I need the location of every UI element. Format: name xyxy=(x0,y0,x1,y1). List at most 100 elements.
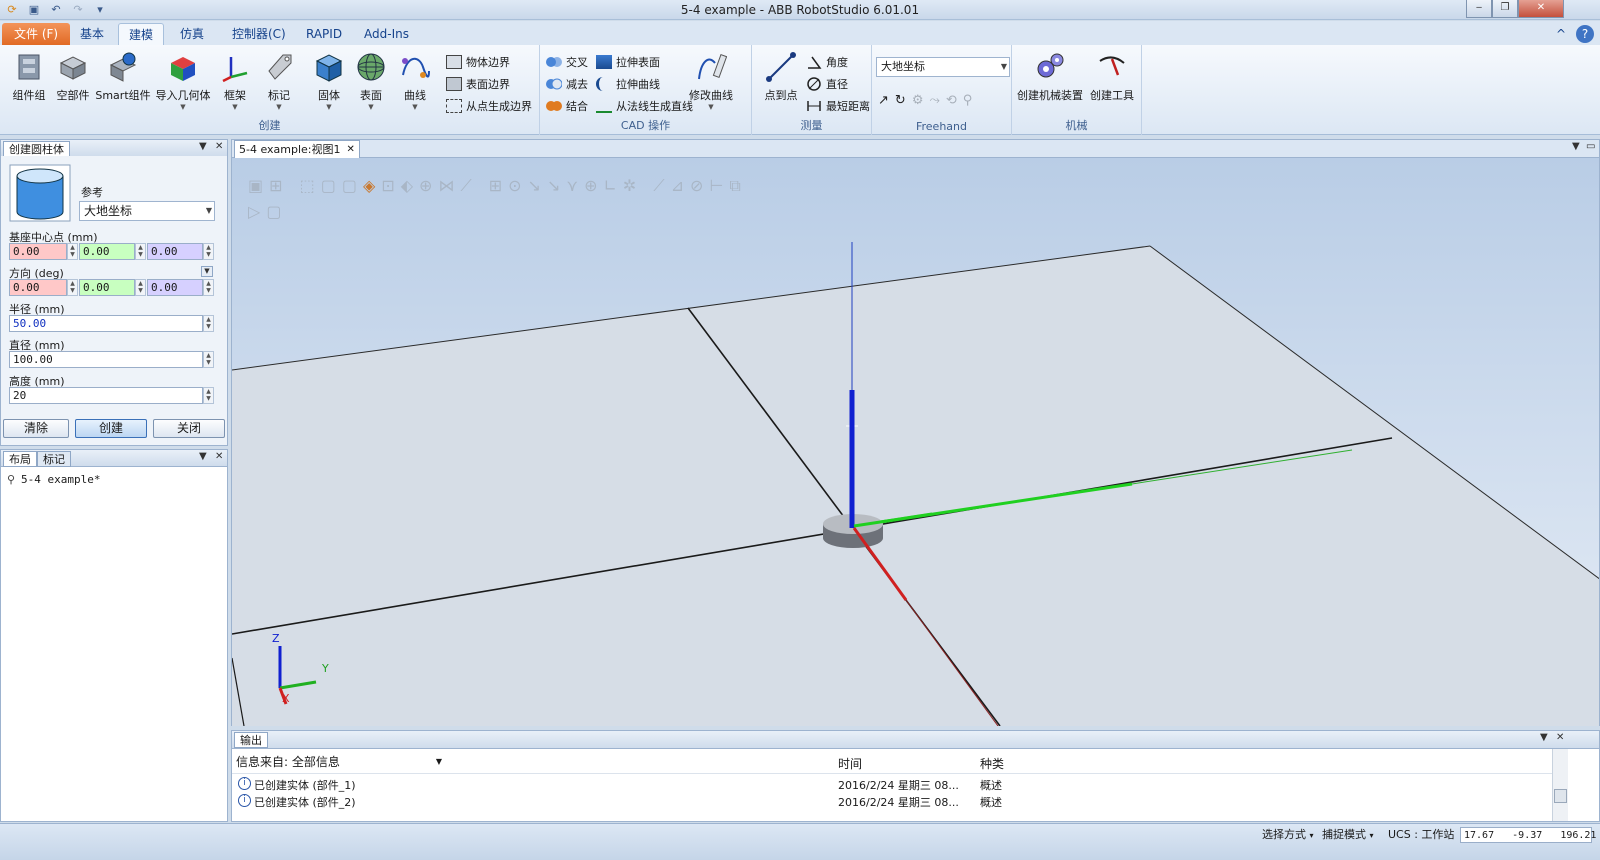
orientation-z-input[interactable]: 0.00 xyxy=(147,279,203,296)
base-center-y-spinner[interactable]: ▲ ▼ xyxy=(135,243,146,260)
intersect-button[interactable]: 交叉 xyxy=(546,52,588,71)
panel-menu-icon[interactable]: ▼ xyxy=(199,451,207,462)
create-button[interactable]: 创建 xyxy=(75,419,147,438)
measure-distance-icon[interactable]: ⟋ xyxy=(653,176,670,195)
body-boundary-button[interactable]: 物体边界 xyxy=(446,52,510,71)
subtract-button[interactable]: 减去 xyxy=(546,74,588,93)
measure-keep-icon[interactable]: ⧉ xyxy=(729,176,746,195)
orientation-x-spinner[interactable]: ▲ ▼ xyxy=(67,279,78,296)
snap-center-icon[interactable]: ⊙ xyxy=(508,176,527,195)
tab-simulation[interactable]: 仿真 xyxy=(170,23,214,45)
measure-min-icon[interactable]: ⊢ xyxy=(709,176,729,195)
rotate-icon[interactable]: ↻ xyxy=(895,93,912,108)
tab-file[interactable]: 文件 (F) xyxy=(2,23,71,45)
3d-viewport[interactable]: ▣⊞ ⬚▢▢◈⊡⬖⊕⋈⟋ ⊞⊙↘↘⋎⊕∟✲ ⟋⊿⊘⊢⧉ ▷▢ Z Y X xyxy=(232,158,1599,726)
help-icon[interactable]: ? xyxy=(1576,25,1594,43)
snap-middle-icon[interactable]: ↘ xyxy=(528,176,547,195)
radius-input[interactable]: 50.00 xyxy=(9,315,203,332)
ucs-indicator[interactable]: UCS : 工作站 xyxy=(1388,827,1454,843)
select-part-icon[interactable]: ◈ xyxy=(363,176,381,195)
clear-button[interactable]: 清除 xyxy=(3,419,69,438)
message-source-filter[interactable]: 信息来自: 全部信息 ▼ xyxy=(236,753,442,771)
height-input[interactable]: 20 xyxy=(9,387,203,404)
measure-diameter-icon[interactable]: ⊘ xyxy=(690,176,709,195)
smart-component-button[interactable]: Smart组件 xyxy=(94,51,152,103)
close-tab-icon[interactable]: ✕ xyxy=(347,142,355,158)
tab-basic[interactable]: 基本 xyxy=(70,23,114,45)
point-to-point-button[interactable]: 点到点 xyxy=(752,51,810,103)
import-geometry-button[interactable]: 导入几何体 ▼ xyxy=(154,51,212,111)
surface-boundary-button[interactable]: 表面边界 xyxy=(446,74,510,93)
jog-linear-icon[interactable]: ⤳ xyxy=(929,93,945,108)
panel-close-icon[interactable]: ✕ xyxy=(215,451,223,462)
tab-modeling[interactable]: 建模 xyxy=(118,23,165,45)
diameter-button[interactable]: 直径 xyxy=(806,74,848,93)
multi-robot-jog-icon[interactable]: ⚲ xyxy=(963,93,979,108)
panel-close-icon[interactable]: ✕ xyxy=(215,141,223,152)
tab-rapid[interactable]: RAPID xyxy=(296,23,352,45)
union-button[interactable]: 结合 xyxy=(546,96,588,115)
select-mechanism-icon[interactable]: ⬖ xyxy=(401,176,419,195)
restore-button[interactable]: ❐ xyxy=(1492,0,1518,18)
column-header-category[interactable]: 种类 xyxy=(980,755,1004,772)
snap-mode-dropdown[interactable]: 捕捉模式 ▾ xyxy=(1322,827,1374,843)
create-tool-button[interactable]: 创建工具 xyxy=(1086,51,1138,103)
snap-object-icon[interactable]: ⊞ xyxy=(489,176,508,195)
column-header-time[interactable]: 时间 xyxy=(838,755,862,772)
base-center-z-spinner[interactable]: ▲ ▼ xyxy=(203,243,214,260)
modify-curve-button[interactable]: 修改曲线 ▼ xyxy=(682,51,740,111)
tree-item-station[interactable]: ⚲ 5-4 example* xyxy=(7,473,100,486)
radius-spinner[interactable]: ▲ ▼ xyxy=(203,315,214,332)
select-component-icon[interactable]: ⊡ xyxy=(381,176,400,195)
snap-edge-icon[interactable]: ⋎ xyxy=(566,176,584,195)
snap-grid-icon[interactable]: ✲ xyxy=(623,176,642,195)
panel-menu-icon[interactable]: ▼ xyxy=(199,141,207,152)
extrude-curve-button[interactable]: 拉伸曲线 xyxy=(596,74,660,93)
tab-tags[interactable]: 标记 xyxy=(37,451,71,467)
boundary-from-points-button[interactable]: 从点生成边界 xyxy=(446,96,532,115)
jog-joint-icon[interactable]: ⚙ xyxy=(912,93,930,108)
base-center-x-input[interactable]: 0.00 xyxy=(9,243,67,260)
diameter-spinner[interactable]: ▲ ▼ xyxy=(203,351,214,368)
snap-gravity-icon[interactable]: ⊕ xyxy=(584,176,603,195)
panel-menu-icon[interactable]: ▼ xyxy=(1540,732,1548,743)
view-center-icon[interactable]: ⊞ xyxy=(269,176,288,195)
select-target-icon[interactable]: ⊕ xyxy=(419,176,438,195)
create-cylinder-tab[interactable]: 创建圆柱体 xyxy=(3,141,70,157)
minimize-button[interactable]: ‒ xyxy=(1466,0,1492,18)
view-menu-icon[interactable]: ▼ xyxy=(1572,141,1580,152)
base-center-x-spinner[interactable]: ▲ ▼ xyxy=(67,243,78,260)
snap-local-icon[interactable]: ∟ xyxy=(603,176,622,195)
extrude-surface-button[interactable]: 拉伸表面 xyxy=(596,52,660,71)
orientation-z-spinner[interactable]: ▲ ▼ xyxy=(203,279,214,296)
snap-end-icon[interactable]: ↘ xyxy=(547,176,566,195)
orientation-x-input[interactable]: 0.00 xyxy=(9,279,67,296)
move-icon[interactable]: ↗ xyxy=(878,93,895,108)
angle-button[interactable]: 角度 xyxy=(806,52,848,71)
height-spinner[interactable]: ▲ ▼ xyxy=(203,387,214,404)
base-center-z-input[interactable]: 0.00 xyxy=(147,243,203,260)
view-maximize-icon[interactable]: ▭ xyxy=(1586,141,1595,152)
reference-frame-combo[interactable]: 大地坐标 ▼ xyxy=(876,57,1010,77)
create-mechanism-button[interactable]: 创建机械装置 xyxy=(1014,51,1086,103)
panel-close-icon[interactable]: ✕ xyxy=(1556,732,1564,743)
tab-layout[interactable]: 布局 xyxy=(3,451,37,467)
orientation-expand-icon[interactable]: ▼ xyxy=(201,266,213,277)
close-window-button[interactable]: ✕ xyxy=(1518,0,1564,18)
select-body-icon[interactable]: ▢ xyxy=(342,176,363,195)
select-surface-icon[interactable]: ▢ xyxy=(321,176,342,195)
ribbon-minimize-icon[interactable]: ^ xyxy=(1552,23,1570,45)
play-icon[interactable]: ▷ xyxy=(248,202,266,221)
measure-angle-icon[interactable]: ⊿ xyxy=(671,176,690,195)
tab-addins[interactable]: Add-Ins xyxy=(354,23,419,45)
diameter-input[interactable]: 100.00 xyxy=(9,351,203,368)
orientation-y-input[interactable]: 0.00 xyxy=(79,279,135,296)
scrollbar-thumb[interactable] xyxy=(1554,789,1567,803)
output-scrollbar[interactable] xyxy=(1552,749,1568,821)
selection-mode-dropdown[interactable]: 选择方式 ▾ xyxy=(1262,827,1314,843)
tab-output[interactable]: 输出 xyxy=(234,732,268,748)
min-distance-button[interactable]: 最短距离 xyxy=(806,96,870,115)
base-center-y-input[interactable]: 0.00 xyxy=(79,243,135,260)
reference-select[interactable]: 大地坐标 ▼ xyxy=(79,201,215,221)
select-frame-icon[interactable]: ⟋ xyxy=(460,176,477,195)
